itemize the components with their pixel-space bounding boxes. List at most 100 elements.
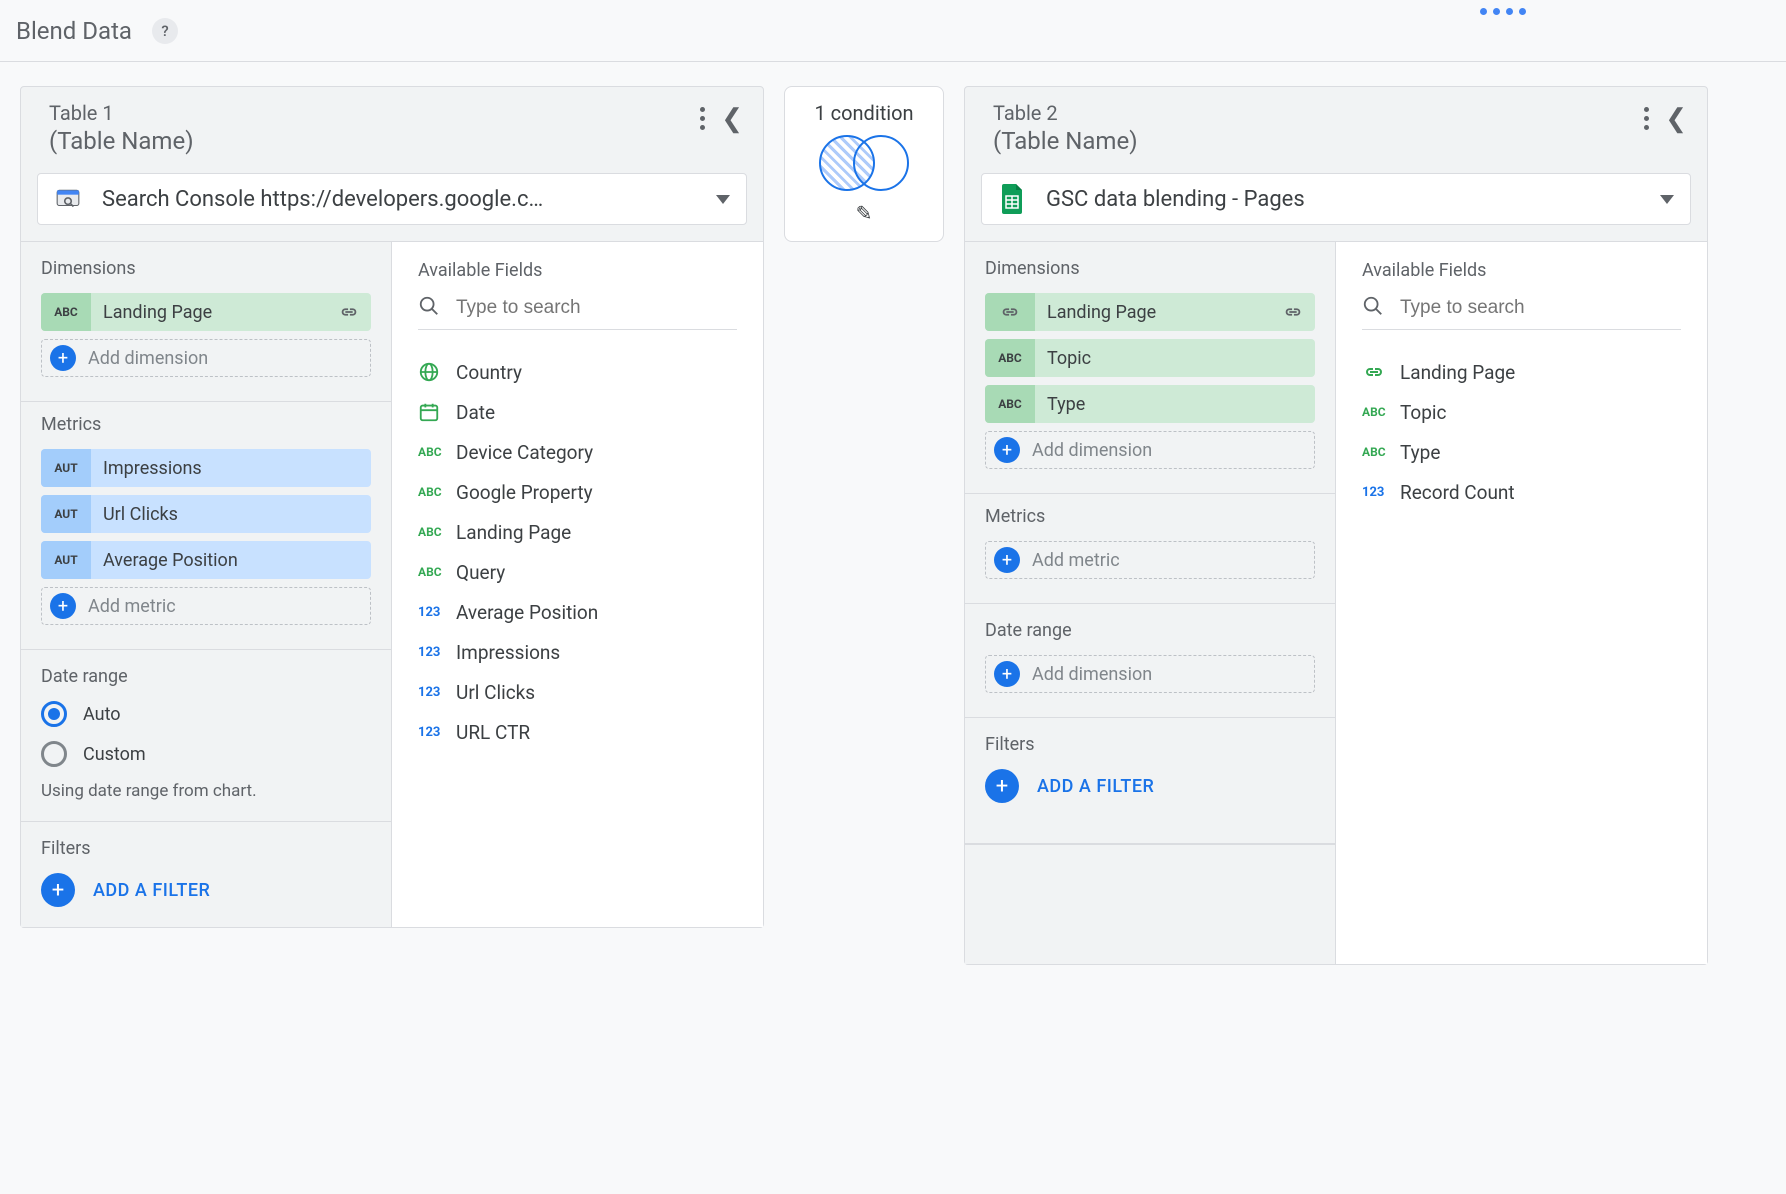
pencil-icon: ✎ bbox=[856, 201, 873, 225]
kebab-menu-icon[interactable] bbox=[696, 103, 709, 134]
plus-icon: + bbox=[50, 345, 76, 371]
add-filter-button[interactable]: + ADD A FILTER bbox=[41, 873, 371, 907]
link-type-icon bbox=[985, 293, 1035, 331]
kebab-menu-icon[interactable] bbox=[1640, 103, 1653, 134]
field-type-icon bbox=[1362, 365, 1400, 379]
field-label: Country bbox=[456, 361, 522, 384]
page-title: Blend Data bbox=[16, 17, 132, 45]
chevron-left-icon[interactable]: ❮ bbox=[721, 104, 743, 134]
add-metric-button[interactable]: + Add metric bbox=[41, 587, 371, 625]
drag-handle-icon[interactable] bbox=[1480, 8, 1526, 15]
table2-name[interactable]: (Table Name) bbox=[993, 127, 1138, 155]
table1-filters-section: Filters + ADD A FILTER bbox=[21, 822, 391, 927]
chip-label: Landing Page bbox=[1035, 302, 1271, 323]
field-type-icon: ABC bbox=[418, 445, 456, 459]
sheets-icon bbox=[998, 185, 1026, 213]
abc-type-icon: ABC bbox=[985, 339, 1035, 377]
field-label: URL CTR bbox=[456, 721, 530, 744]
daterange-auto-radio[interactable]: Auto bbox=[41, 701, 371, 727]
search-icon bbox=[418, 295, 440, 321]
dimension-chip[interactable]: ABC Landing Page bbox=[41, 293, 371, 331]
search-input[interactable] bbox=[456, 297, 737, 319]
add-daterange-dimension-button[interactable]: + Add dimension bbox=[985, 655, 1315, 693]
table1-available-fields: Available Fields CountryDateABCDevice Ca… bbox=[391, 242, 763, 927]
available-field-row[interactable]: 123Record Count bbox=[1362, 472, 1681, 512]
available-field-row[interactable]: 123URL CTR bbox=[418, 712, 737, 752]
radio-selected-icon bbox=[41, 701, 67, 727]
metric-chip[interactable]: AUT Url Clicks bbox=[41, 495, 371, 533]
available-field-row[interactable]: ABCTopic bbox=[1362, 392, 1681, 432]
add-metric-button[interactable]: + Add metric bbox=[985, 541, 1315, 579]
available-field-row[interactable]: Date bbox=[418, 392, 737, 432]
available-field-row[interactable]: ABCGoogle Property bbox=[418, 472, 737, 512]
dimension-chip[interactable]: Landing Page bbox=[985, 293, 1315, 331]
add-dimension-button[interactable]: + Add dimension bbox=[985, 431, 1315, 469]
metric-chip[interactable]: AUT Average Position bbox=[41, 541, 371, 579]
search-console-icon bbox=[54, 185, 82, 213]
daterange-custom-radio[interactable]: Custom bbox=[41, 741, 371, 767]
field-type-icon: ABC bbox=[418, 485, 456, 499]
chevron-left-icon[interactable]: ❮ bbox=[1665, 104, 1687, 134]
available-fields-heading: Available Fields bbox=[1362, 260, 1681, 281]
field-label: Record Count bbox=[1400, 481, 1515, 504]
available-field-row[interactable]: ABCQuery bbox=[418, 552, 737, 592]
table2-header: Table 2 (Table Name) ❮ bbox=[965, 87, 1707, 173]
table1-dimensions-section: Dimensions ABC Landing Page + Add dimens… bbox=[21, 242, 391, 402]
add-dimension-button[interactable]: + Add dimension bbox=[41, 339, 371, 377]
table2-daterange-section: Date range + Add dimension bbox=[965, 604, 1335, 718]
field-type-icon bbox=[418, 361, 456, 383]
chip-label: Landing Page bbox=[91, 302, 327, 323]
available-field-row[interactable]: ABCType bbox=[1362, 432, 1681, 472]
table1-source-select[interactable]: Search Console https://developers.google… bbox=[37, 173, 747, 225]
field-label: Average Position bbox=[456, 601, 598, 624]
dimensions-heading: Dimensions bbox=[41, 258, 371, 279]
table2-filters-section: Filters + ADD A FILTER bbox=[965, 718, 1335, 844]
daterange-heading: Date range bbox=[985, 620, 1315, 641]
table2-source-label: GSC data blending - Pages bbox=[1046, 187, 1660, 212]
table2-source-select[interactable]: GSC data blending - Pages bbox=[981, 173, 1691, 225]
metrics-heading: Metrics bbox=[985, 506, 1315, 527]
filters-heading: Filters bbox=[985, 734, 1315, 755]
plus-icon: + bbox=[50, 593, 76, 619]
join-condition-label: 1 condition bbox=[814, 101, 913, 125]
available-search[interactable] bbox=[418, 295, 737, 330]
dimension-chip[interactable]: ABC Topic bbox=[985, 339, 1315, 377]
join-config-card[interactable]: 1 condition ✎ bbox=[784, 86, 944, 242]
table1-header: Table 1 (Table Name) ❮ bbox=[21, 87, 763, 173]
field-type-icon: 123 bbox=[418, 685, 456, 700]
available-field-row[interactable]: 123Average Position bbox=[418, 592, 737, 632]
chip-label: Impressions bbox=[91, 458, 371, 479]
available-field-row[interactable]: 123Url Clicks bbox=[418, 672, 737, 712]
plus-icon: + bbox=[994, 437, 1020, 463]
field-label: Google Property bbox=[456, 481, 593, 504]
table1-name[interactable]: (Table Name) bbox=[49, 127, 194, 155]
available-field-row[interactable]: ABCDevice Category bbox=[418, 432, 737, 472]
add-filter-button[interactable]: + ADD A FILTER bbox=[985, 769, 1315, 803]
metric-chip[interactable]: AUT Impressions bbox=[41, 449, 371, 487]
table2-number: Table 2 bbox=[993, 101, 1138, 125]
table2-card: Table 2 (Table Name) ❮ GSC data blending… bbox=[964, 86, 1708, 965]
available-field-row[interactable]: ABCLanding Page bbox=[418, 512, 737, 552]
field-type-icon: 123 bbox=[418, 725, 456, 740]
field-type-icon: ABC bbox=[418, 565, 456, 579]
available-field-row[interactable]: Landing Page bbox=[1362, 352, 1681, 392]
field-label: Type bbox=[1400, 441, 1440, 464]
table1-daterange-section: Date range Auto Custom Using date range … bbox=[21, 650, 391, 822]
chip-label: Type bbox=[1035, 394, 1315, 415]
help-icon[interactable]: ? bbox=[152, 18, 178, 44]
available-field-row[interactable]: Country bbox=[418, 352, 737, 392]
available-search[interactable] bbox=[1362, 295, 1681, 330]
plus-icon: + bbox=[985, 769, 1019, 803]
field-type-icon: ABC bbox=[1362, 405, 1400, 419]
aut-type-icon: AUT bbox=[41, 449, 91, 487]
dimensions-heading: Dimensions bbox=[985, 258, 1315, 279]
available-field-row[interactable]: 123Impressions bbox=[418, 632, 737, 672]
table1-source-label: Search Console https://developers.google… bbox=[102, 187, 716, 212]
dimension-chip[interactable]: ABC Type bbox=[985, 385, 1315, 423]
search-input[interactable] bbox=[1400, 297, 1681, 319]
filters-heading: Filters bbox=[41, 838, 371, 859]
search-icon bbox=[1362, 295, 1384, 321]
page-header: Blend Data ? bbox=[0, 0, 1786, 62]
aut-type-icon: AUT bbox=[41, 495, 91, 533]
table2-dimensions-section: Dimensions Landing Page ABC Topic bbox=[965, 242, 1335, 494]
